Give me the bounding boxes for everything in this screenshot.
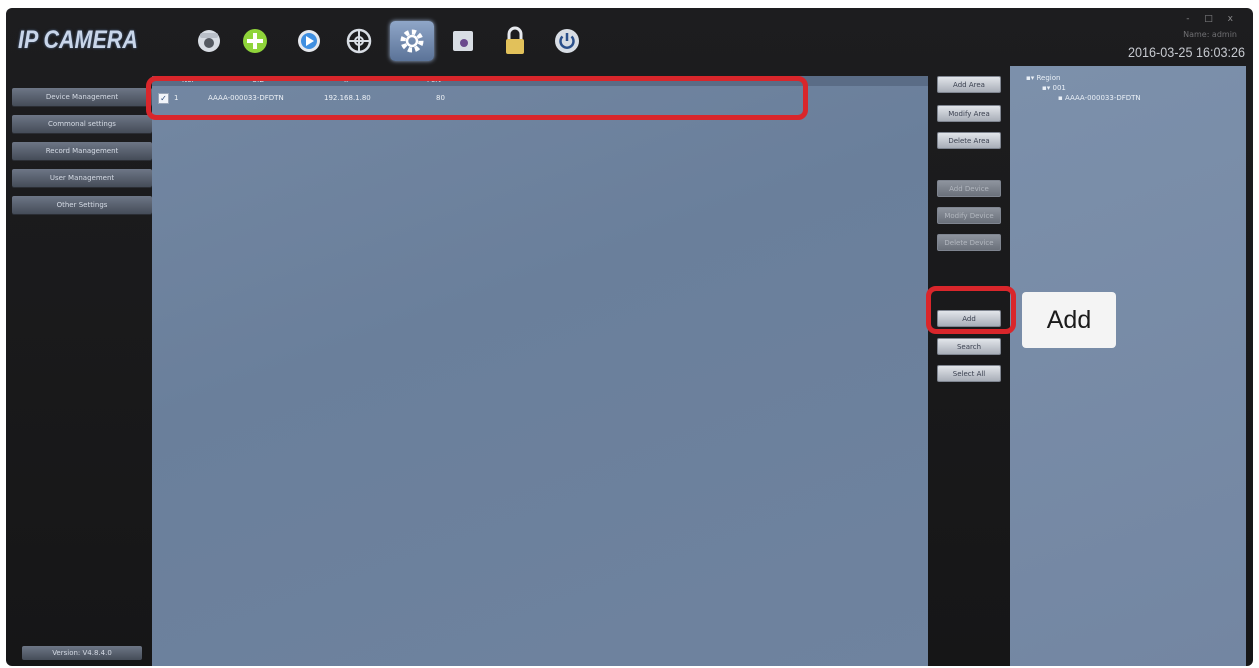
toolbar-record-icon[interactable] [446, 24, 480, 58]
device-list-panel: No. UID IP Port ✓ 1 AAAA-000033-DFDTN 19… [152, 76, 928, 666]
highlight-add-button [926, 286, 1016, 334]
area-tree-panel: ▪▾ Region ▪▾ 001 ▪ AAAA-000033-DFDTN [1010, 66, 1246, 666]
tree-node-root[interactable]: ▪▾ Region [1026, 74, 1060, 82]
tree-node-device[interactable]: ▪ AAAA-000033-DFDTN [1058, 94, 1141, 102]
tree-node-area[interactable]: ▪▾ 001 [1042, 84, 1066, 92]
window-controls[interactable]: - □ x [1186, 14, 1239, 24]
sidebar-item-user-management[interactable]: User Management [12, 169, 152, 187]
app-logo: IP CAMERA [18, 26, 138, 54]
toolbar-lock-icon[interactable] [498, 24, 532, 58]
modify-area-button[interactable]: Modify Area [937, 105, 1001, 122]
toolbar-power-icon[interactable] [550, 24, 584, 58]
toolbar-play-icon[interactable] [292, 24, 326, 58]
select-all-button[interactable]: Select All [937, 365, 1001, 382]
tree-area-label: 001 [1052, 84, 1066, 92]
version-label: Version: V4.8.4.0 [22, 646, 142, 660]
add-device-button[interactable]: Add Device [937, 180, 1001, 197]
tree-root-label: Region [1036, 74, 1061, 82]
toolbar-camera-dome-icon[interactable] [192, 24, 226, 58]
add-callout-label: Add [1022, 292, 1116, 348]
toolbar-ptz-icon[interactable] [342, 24, 376, 58]
datetime-display: 2016-03-25 16:03:26 [1128, 44, 1245, 60]
tree-device-label: AAAA-000033-DFDTN [1064, 94, 1141, 102]
sidebar-item-device-management[interactable]: Device Management [12, 88, 152, 106]
sidebar-item-record-management[interactable]: Record Management [12, 142, 152, 160]
action-button-column: Add Area Modify Area Delete Area Add Dev… [930, 76, 1008, 666]
highlight-device-row [146, 76, 808, 120]
modify-device-button[interactable]: Modify Device [937, 207, 1001, 224]
toolbar-add-circle-icon[interactable] [238, 24, 272, 58]
settings-sidebar: Device Management Commonal settings Reco… [12, 88, 152, 223]
tree-expand-icon[interactable]: ▪▾ [1026, 74, 1034, 82]
current-user: Name: admin [1183, 30, 1237, 39]
sidebar-item-other-settings[interactable]: Other Settings [12, 196, 152, 214]
delete-area-button[interactable]: Delete Area [937, 132, 1001, 149]
toolbar-settings-gear-icon[interactable] [390, 21, 434, 61]
camera-icon: ▪ [1058, 94, 1063, 102]
add-area-button[interactable]: Add Area [937, 76, 1001, 93]
sidebar-item-commonal-settings[interactable]: Commonal settings [12, 115, 152, 133]
search-button[interactable]: Search [937, 338, 1001, 355]
tree-expand-icon[interactable]: ▪▾ [1042, 84, 1050, 92]
delete-device-button[interactable]: Delete Device [937, 234, 1001, 251]
